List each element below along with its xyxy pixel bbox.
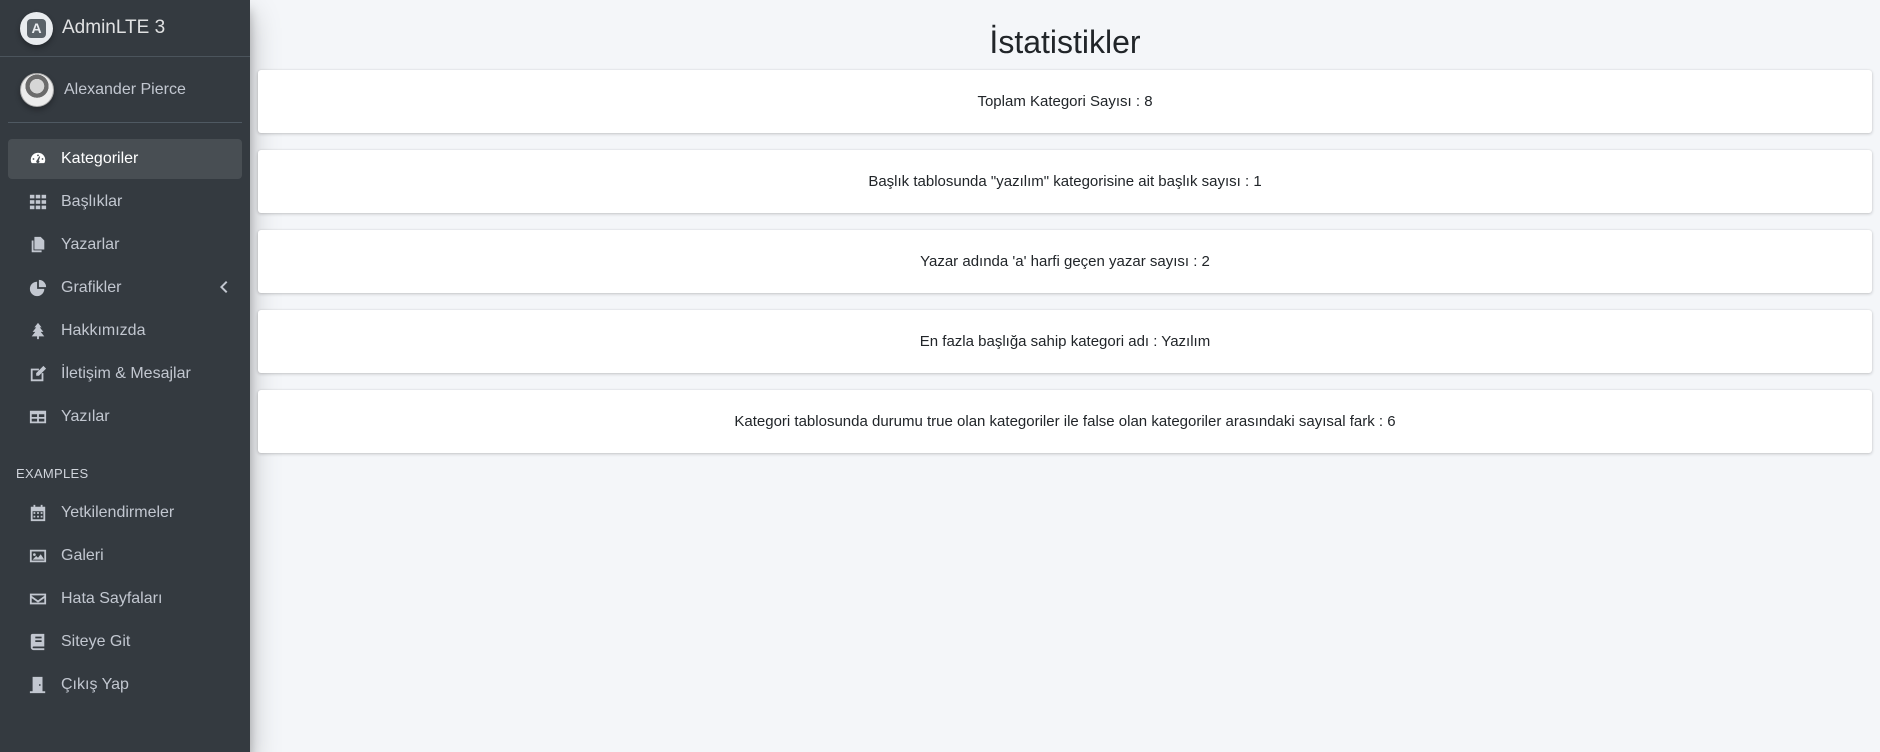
sidebar-item-basliklar[interactable]: Başlıklar bbox=[8, 182, 242, 222]
stat-text: Kategori tablosunda durumu true olan kat… bbox=[734, 413, 1396, 430]
calendar-icon bbox=[28, 503, 48, 523]
copy-icon bbox=[28, 235, 48, 255]
book-icon bbox=[28, 632, 48, 652]
tree-icon bbox=[28, 321, 48, 341]
sidebar-item-label: Yazılar bbox=[61, 408, 110, 425]
sidebar-item-label: Galeri bbox=[61, 547, 104, 564]
sidebar-item-cikis-yap[interactable]: Çıkış Yap bbox=[8, 665, 242, 705]
nav-header: EXAMPLES bbox=[16, 466, 89, 481]
sidebar-item-hakkimizda[interactable]: Hakkımızda bbox=[8, 311, 242, 351]
table-icon bbox=[28, 407, 48, 427]
sidebar-item-label: Grafikler bbox=[61, 279, 122, 296]
sidebar-item-yetkilendirmeler[interactable]: Yetkilendirmeler bbox=[8, 493, 242, 533]
sidebar-item-label: Başlıklar bbox=[61, 193, 123, 210]
sidebar-item-hata-sayfalari[interactable]: Hata Sayfaları bbox=[8, 579, 242, 619]
sidebar-item-yazarlar[interactable]: Yazarlar bbox=[8, 225, 242, 265]
sidebar-item-iletisim[interactable]: İletişim & Mesajlar bbox=[8, 354, 242, 394]
sidebar-item-label: Çıkış Yap bbox=[61, 676, 129, 693]
examples-nav: Yetkilendirmeler Galeri Hata Sayfaları S… bbox=[8, 493, 242, 705]
stat-card: Yazar adında 'a' harfi geçen yazar sayıs… bbox=[258, 230, 1872, 293]
stat-text: Yazar adında 'a' harfi geçen yazar sayıs… bbox=[920, 253, 1210, 270]
sidebar-item-label: Yazarlar bbox=[61, 236, 120, 253]
envelope-icon bbox=[28, 589, 48, 609]
stat-text: En fazla başlığa sahip kategori adı : Ya… bbox=[919, 333, 1211, 350]
main-sidebar: A AdminLTE 3 Alexander Pierce Kategorile… bbox=[0, 0, 250, 752]
sidebar-item-label: İletişim & Mesajlar bbox=[61, 365, 191, 382]
sidebar-item-grafikler[interactable]: Grafikler bbox=[8, 268, 242, 308]
sidebar-item-siteye-git[interactable]: Siteye Git bbox=[8, 622, 242, 662]
sidebar-item-label: Kategoriler bbox=[61, 150, 139, 167]
avatar bbox=[20, 72, 54, 107]
user-panel: Alexander Pierce bbox=[8, 57, 242, 123]
stat-card: Kategori tablosunda durumu true olan kat… bbox=[258, 390, 1872, 453]
sidebar-item-galeri[interactable]: Galeri bbox=[8, 536, 242, 576]
stat-card: Başlık tablosunda "yazılım" kategorisine… bbox=[258, 150, 1872, 213]
brand-logo: A bbox=[20, 11, 53, 45]
brand-link[interactable]: A AdminLTE 3 bbox=[0, 0, 250, 57]
sidebar-item-label: Siteye Git bbox=[61, 633, 131, 650]
chart-pie-icon bbox=[28, 278, 48, 298]
image-icon bbox=[28, 546, 48, 566]
sidebar-nav: Kategoriler Başlıklar Yazarlar Grafikler bbox=[8, 139, 242, 437]
stat-card: Toplam Kategori Sayısı : 8 bbox=[258, 70, 1872, 133]
page-title: İstatistikler bbox=[989, 24, 1141, 60]
content-wrapper: İstatistikler Toplam Kategori Sayısı : 8… bbox=[250, 0, 1880, 752]
sidebar-item-label: Hakkımızda bbox=[61, 322, 146, 339]
edit-icon bbox=[28, 364, 48, 384]
sidebar-item-kategoriler[interactable]: Kategoriler bbox=[8, 139, 242, 179]
chevron-left-icon[interactable] bbox=[218, 280, 228, 294]
sidebar-item-label: Yetkilendirmeler bbox=[61, 504, 175, 521]
door-icon bbox=[28, 675, 48, 695]
sidebar-item-yazilar[interactable]: Yazılar bbox=[8, 397, 242, 437]
brand-text: AdminLTE 3 bbox=[62, 17, 166, 38]
stat-text: Başlık tablosunda "yazılım" kategorisine… bbox=[868, 173, 1262, 190]
stat-card: En fazla başlığa sahip kategori adı : Ya… bbox=[258, 310, 1872, 373]
user-name[interactable]: Alexander Pierce bbox=[64, 81, 186, 99]
stat-text: Toplam Kategori Sayısı : 8 bbox=[977, 93, 1153, 110]
sidebar-item-label: Hata Sayfaları bbox=[61, 590, 163, 607]
tachometer-icon bbox=[28, 149, 48, 169]
th-icon bbox=[28, 192, 48, 212]
